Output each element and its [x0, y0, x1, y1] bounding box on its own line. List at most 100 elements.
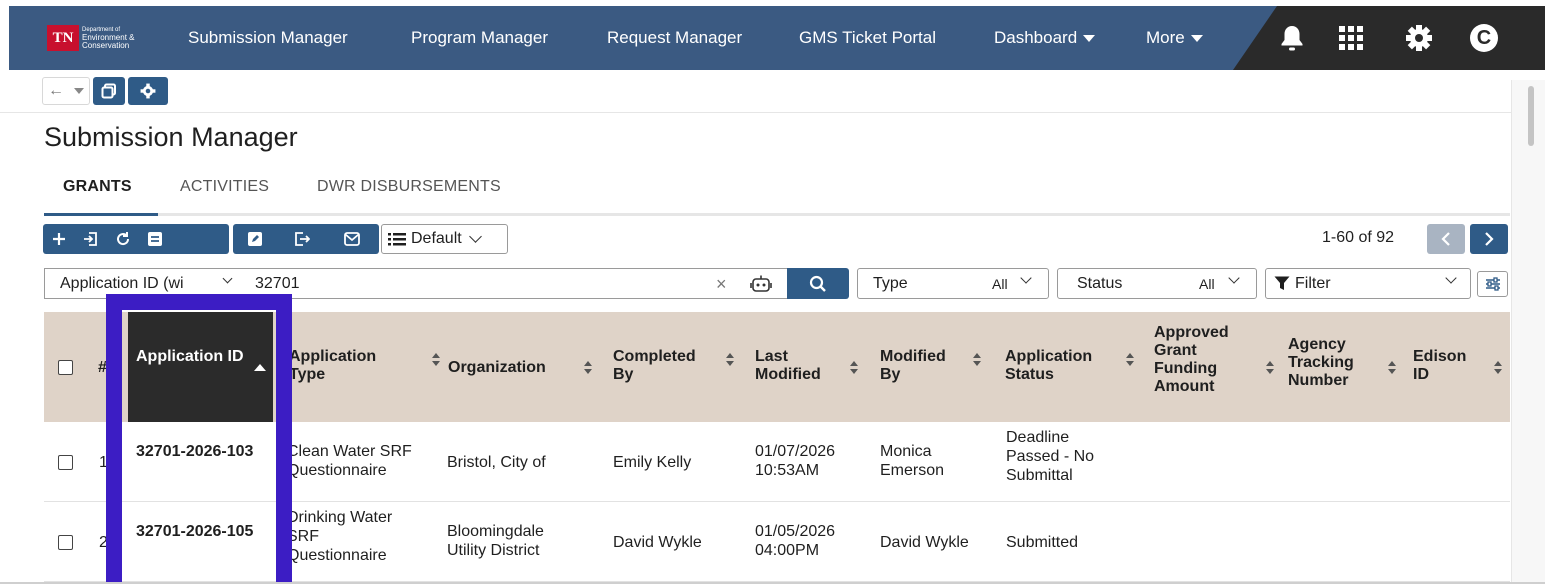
type-filter-value: All	[992, 276, 1008, 292]
nav-more-menu[interactable]: More	[1146, 6, 1203, 70]
edit-icon	[248, 232, 262, 246]
nav-gms-ticket-portal[interactable]: GMS Ticket Portal	[799, 6, 936, 70]
view-select-value: Default	[411, 230, 462, 247]
status-filter-select[interactable]: Status All	[1057, 268, 1257, 299]
email-button[interactable]	[327, 224, 377, 254]
row-checkbox[interactable]	[58, 535, 73, 550]
sort-icon[interactable]	[1126, 353, 1134, 367]
type-filter-select[interactable]: Type All	[857, 268, 1049, 299]
cell-application-status: Submitted	[1006, 534, 1079, 551]
cell-application-status: Deadline Passed - No Submittal	[1006, 429, 1095, 484]
sort-icon[interactable]	[1388, 361, 1396, 375]
chevron-down-icon	[1445, 272, 1457, 284]
cell-modified-by: David Wykle	[880, 534, 969, 551]
status-filter-value: All	[1199, 276, 1215, 292]
nav-dashboard-menu[interactable]: Dashboard	[994, 6, 1096, 70]
col-header-organization[interactable]: Organization	[448, 359, 546, 377]
tab-grants[interactable]: GRANTS	[63, 178, 132, 196]
avatar-letter: C	[1476, 26, 1492, 49]
user-avatar[interactable]: C	[1469, 23, 1499, 53]
export-button[interactable]	[277, 224, 327, 254]
add-button[interactable]	[43, 224, 75, 254]
funnel-icon	[1274, 276, 1290, 290]
nav-submission-manager[interactable]: Submission Manager	[188, 6, 348, 70]
back-arrow-icon[interactable]: ←	[43, 78, 69, 104]
clear-icon[interactable]: ×	[716, 274, 727, 295]
vertical-scrollbar[interactable]	[1511, 80, 1545, 584]
nav-more-label: More	[1146, 28, 1185, 47]
sort-icon[interactable]	[584, 361, 592, 375]
col-header-last-modified[interactable]: Last Modified	[755, 348, 845, 384]
list-icon	[148, 232, 162, 246]
secondary-toolbar: ←	[42, 77, 168, 105]
view-select[interactable]: Default	[381, 224, 508, 254]
bell-icon[interactable]	[1277, 23, 1307, 53]
col-header-approved-grant-funding[interactable]: Approved Grant Funding Amount	[1154, 324, 1244, 396]
sliders-icon	[1485, 277, 1500, 291]
chevron-down-icon	[1190, 34, 1203, 42]
column-settings-button[interactable]	[1477, 271, 1508, 297]
col-header-edison-id[interactable]: Edison ID	[1413, 348, 1473, 384]
export-icon	[295, 232, 310, 246]
sort-icon[interactable]	[973, 353, 981, 367]
row-checkbox[interactable]	[58, 455, 73, 470]
search-button[interactable]	[787, 268, 849, 299]
sort-icon[interactable]	[850, 361, 858, 375]
advanced-filter-label: Filter	[1295, 274, 1331, 292]
col-header-modified-by[interactable]: Modified By	[880, 348, 968, 384]
page-settings-button[interactable]	[128, 77, 168, 105]
status-filter-label: Status	[1077, 274, 1123, 292]
chevron-down-icon	[1083, 34, 1096, 42]
search-icon	[809, 275, 826, 292]
page-title: Submission Manager	[44, 122, 298, 152]
chevron-left-icon	[1441, 232, 1450, 246]
tab-activities[interactable]: ACTIVITIES	[180, 178, 269, 196]
chevron-down-icon	[1228, 272, 1240, 284]
windows-icon	[101, 83, 116, 99]
tdec-logo[interactable]: TN Department of Environment & Conservat…	[47, 24, 161, 52]
sort-icon[interactable]	[1266, 361, 1274, 375]
divider	[0, 112, 1545, 113]
select-all-checkbox[interactable]	[58, 360, 73, 375]
tab-bar: GRANTS ACTIVITIES DWR DISBURSEMENTS	[44, 176, 1510, 216]
cell-completed-by: Emily Kelly	[613, 454, 692, 471]
advanced-filter-select[interactable]: Filter	[1265, 268, 1471, 299]
new-window-button[interactable]	[93, 77, 125, 105]
search-input-value: 32701	[255, 274, 300, 292]
tab-dwr-disbursements[interactable]: DWR DISBURSEMENTS	[317, 178, 501, 196]
gear-icon	[140, 83, 156, 99]
history-nav-group: ←	[42, 77, 90, 105]
sort-icon[interactable]	[432, 353, 440, 367]
robot-icon[interactable]	[750, 274, 772, 299]
list-view-button[interactable]	[139, 224, 171, 254]
next-page-button[interactable]	[1470, 224, 1508, 254]
cell-completed-by: David Wykle	[613, 534, 702, 551]
pagination-summary: 1-60 of 92	[1322, 229, 1395, 246]
type-filter-label: Type	[873, 274, 908, 292]
history-dropdown-icon[interactable]	[69, 78, 89, 104]
nav-program-manager[interactable]: Program Manager	[411, 6, 548, 70]
col-header-application-status[interactable]: Application Status	[1005, 348, 1115, 384]
sort-icon[interactable]	[1494, 361, 1502, 375]
refresh-button[interactable]	[107, 224, 139, 254]
apps-grid-icon[interactable]	[1336, 23, 1366, 53]
col-header-agency-tracking[interactable]: Agency Tracking Number	[1288, 336, 1376, 390]
edit-button[interactable]	[233, 224, 277, 254]
col-header-completed-by[interactable]: Completed By	[613, 348, 713, 384]
nav-dashboard-label: Dashboard	[994, 28, 1078, 47]
nav-request-manager[interactable]: Request Manager	[607, 6, 742, 70]
prev-page-button[interactable]	[1427, 224, 1465, 254]
search-input[interactable]: 32701 ×	[239, 268, 788, 299]
sort-icon[interactable]	[726, 353, 734, 367]
col-header-application-type[interactable]: Application Type	[289, 348, 384, 384]
active-tab-indicator	[44, 213, 158, 216]
cell-modified-by: Monica Emerson	[880, 443, 945, 479]
cell-organization: Bloomingdale Utility District	[447, 523, 544, 559]
record-actions-group	[43, 224, 229, 254]
list-bullets-icon	[388, 233, 406, 246]
cell-organization: Bristol, City of	[447, 454, 546, 471]
import-button[interactable]	[75, 224, 107, 254]
scrollbar-thumb[interactable]	[1528, 86, 1534, 146]
gear-icon[interactable]	[1404, 23, 1434, 53]
cell-last-modified: 01/05/2026 04:00PM	[755, 523, 836, 559]
